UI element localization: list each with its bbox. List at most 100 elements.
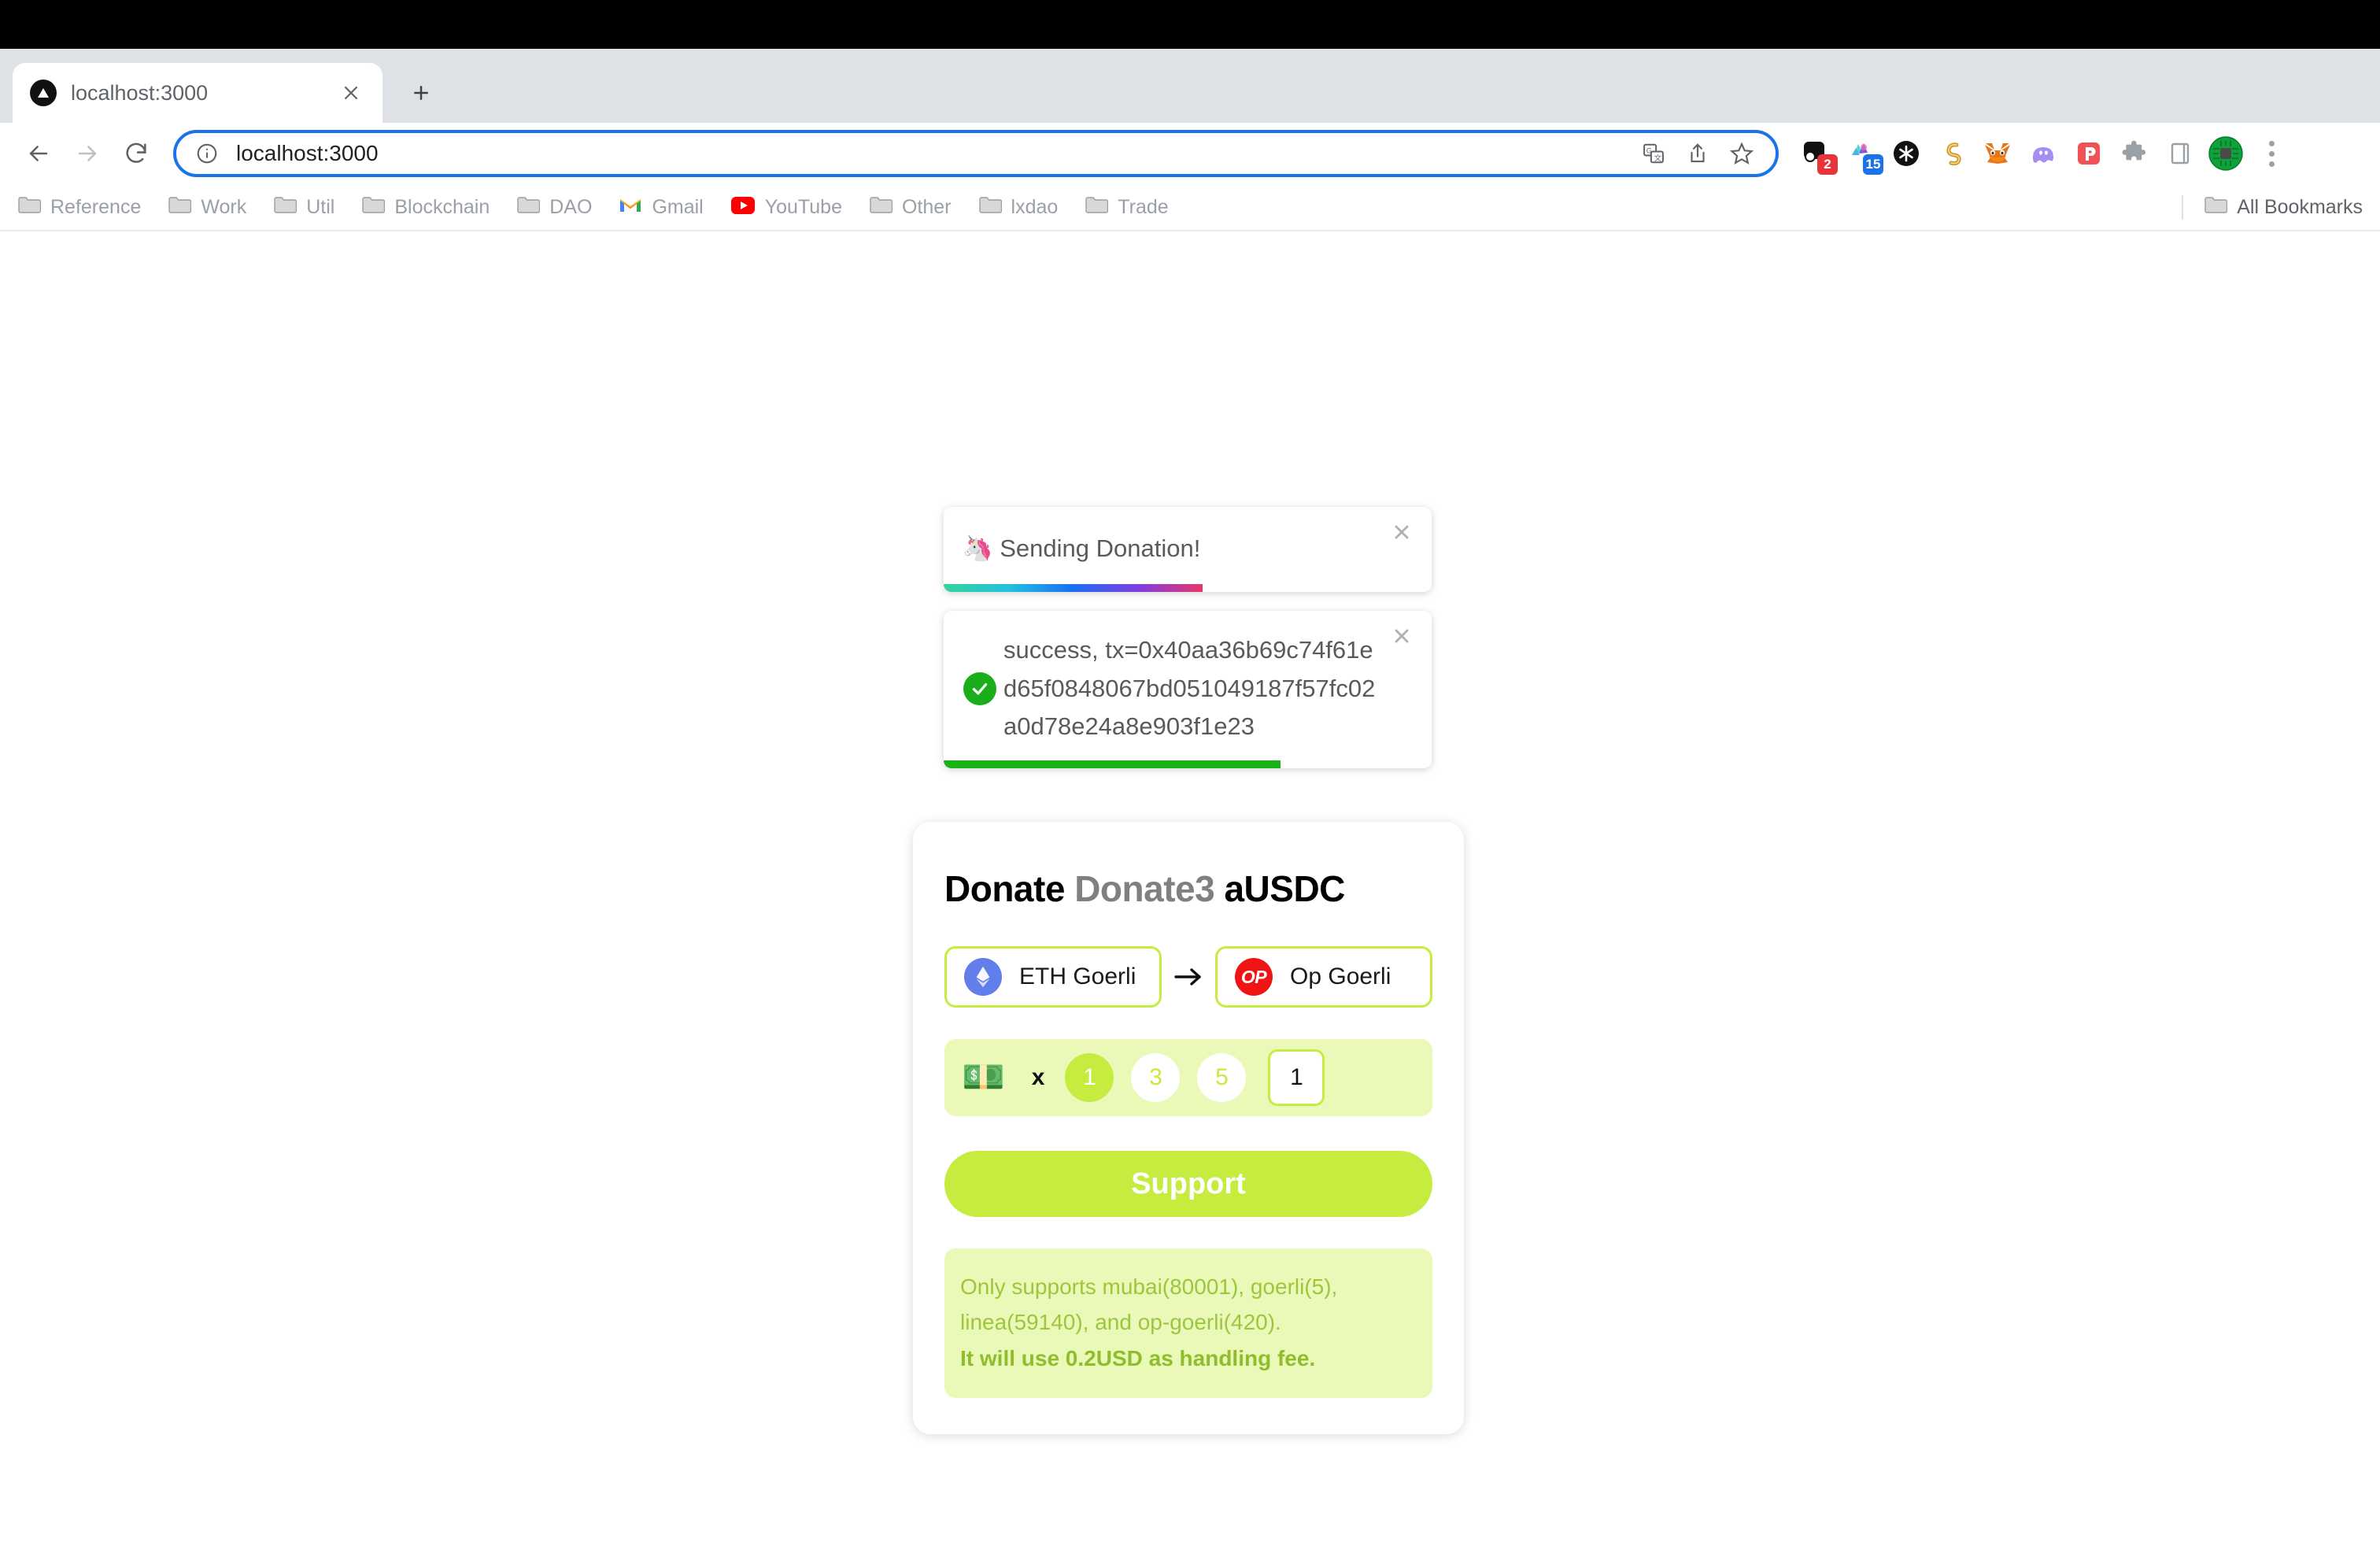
page-content: 🦄 Sending Donation! success, tx=0x40aa36… [0, 231, 2380, 1546]
folder-icon [17, 195, 42, 220]
toast-progress-bar [944, 760, 1281, 768]
share-icon[interactable] [1681, 137, 1714, 170]
raindrop-badge: 15 [1863, 154, 1883, 175]
amount-selector: 💵 x 1 3 5 1 [944, 1039, 1432, 1116]
tab-title: localhost:3000 [71, 80, 209, 105]
bookmark-work[interactable]: Work [168, 195, 246, 220]
bookmark-lxdao[interactable]: lxdao [978, 195, 1059, 220]
folder-icon [361, 195, 386, 220]
svg-text:文: 文 [1654, 153, 1662, 162]
profile-avatar[interactable] [2208, 136, 2243, 171]
side-panel-icon[interactable] [2163, 136, 2197, 171]
page-title: Donate Donate3 aUSDC [944, 867, 1432, 910]
gmail-icon [619, 196, 642, 219]
bookmark-label: Blockchain [394, 195, 490, 218]
bookmark-label: Gmail [652, 195, 704, 218]
raindrop-extension-icon[interactable]: 15 [1843, 136, 1883, 175]
vercel-triangle-icon [30, 80, 57, 106]
unicorn-emoji: 🦄 [963, 534, 993, 562]
phantom-extension-icon[interactable] [2026, 136, 2060, 171]
bookmark-youtube[interactable]: YouTube [730, 196, 842, 219]
bookmark-blockchain[interactable]: Blockchain [361, 195, 490, 220]
info-circle-icon[interactable] [194, 140, 220, 167]
youtube-icon [730, 196, 756, 219]
forward-button[interactable] [63, 129, 112, 178]
chrome-menu-icon[interactable] [2254, 134, 2289, 173]
address-bar[interactable]: localhost:3000 G文 [173, 130, 1779, 177]
bookmarks-bar: Reference Work Util Blockchain DAO Gmail… [0, 184, 2380, 231]
op-logo-text: OP [1240, 966, 1267, 987]
folder-icon [273, 195, 298, 220]
title-project: Donate3 [1074, 868, 1215, 909]
title-token: aUSDC [1224, 868, 1345, 909]
amount-option-1[interactable]: 1 [1065, 1053, 1114, 1102]
metamask-extension-icon[interactable] [1980, 136, 2015, 171]
network-info-box: Only supports mubai(80001), goerli(5), l… [944, 1248, 1432, 1399]
browser-toolbar: localhost:3000 G文 2 15 [0, 123, 2380, 184]
target-chain-chip[interactable]: OP Op Goerli [1215, 946, 1432, 1008]
amount-option-5[interactable]: 5 [1197, 1053, 1247, 1102]
reload-button[interactable] [112, 129, 161, 178]
arrow-right-icon [1162, 964, 1215, 989]
extensions-row: 2 15 [1790, 134, 2289, 175]
folder-icon [1085, 195, 1109, 220]
bookmark-gmail[interactable]: Gmail [619, 195, 704, 219]
source-chain-label: ETH Goerli [1019, 963, 1136, 989]
folder-icon [978, 195, 1002, 220]
bookmark-label: Other [901, 195, 952, 218]
pocket-extension-icon[interactable] [2071, 136, 2106, 171]
toast-progress-bar [944, 584, 1203, 592]
close-icon[interactable] [1388, 518, 1416, 546]
bookmark-label: YouTube [764, 195, 842, 218]
amount-input[interactable]: 1 [1268, 1049, 1325, 1106]
folder-icon [168, 195, 192, 220]
toast-sending[interactable]: 🦄 Sending Donation! [944, 507, 1432, 592]
toast-success[interactable]: success, tx=0x40aa36b69c74f61ed65f084806… [944, 611, 1432, 768]
svg-text:G: G [1646, 146, 1652, 154]
close-icon[interactable] [337, 79, 365, 107]
star-icon[interactable] [1725, 137, 1758, 170]
bookmark-trade[interactable]: Trade [1085, 195, 1169, 220]
all-bookmarks-button[interactable]: All Bookmarks [2182, 194, 2363, 220]
bookmark-label: lxdao [1011, 195, 1059, 218]
bookmark-label: Trade [1118, 195, 1169, 218]
bookmark-other[interactable]: Other [869, 195, 952, 220]
amount-option-3[interactable]: 3 [1131, 1053, 1181, 1102]
bookmark-util[interactable]: Util [273, 195, 334, 220]
browser-tab[interactable]: localhost:3000 [13, 63, 382, 123]
toast-message: 🦄 Sending Donation! [956, 530, 1235, 568]
title-donate: Donate [944, 868, 1065, 909]
support-button[interactable]: Support [944, 1151, 1432, 1217]
all-bookmarks-label: All Bookmarks [2237, 195, 2363, 218]
bookmark-label: Work [201, 195, 247, 218]
back-button[interactable] [14, 129, 63, 178]
optimism-logo-icon: OP [1235, 958, 1273, 996]
folder-icon [2204, 195, 2228, 220]
chain-selector-row: ETH Goerli OP Op Goerli [944, 946, 1432, 1008]
asterisk-extension-icon[interactable] [1889, 136, 1924, 171]
window-title-bar [0, 0, 2380, 49]
success-check-icon [956, 672, 1003, 705]
bookmark-label: Util [306, 195, 335, 218]
info-line-1: Only supports mubai(80001), goerli(5), [960, 1274, 1338, 1299]
toast-stack: 🦄 Sending Donation! success, tx=0x40aa36… [944, 507, 1432, 787]
multiply-symbol: x [1031, 1064, 1045, 1090]
folder-icon [869, 195, 893, 220]
close-icon[interactable] [1388, 622, 1416, 650]
translate-icon[interactable]: G文 [1637, 137, 1670, 170]
source-chain-chip[interactable]: ETH Goerli [944, 946, 1162, 1008]
info-line-2: linea(59140), and op-goerli(420). [960, 1310, 1281, 1335]
money-emoji: 💵 [962, 1058, 1005, 1097]
superhuman-extension-icon[interactable] [1935, 136, 1969, 171]
new-tab-button[interactable] [398, 70, 444, 116]
donate-card: Donate Donate3 aUSDC ETH Goerli OP Op Go… [913, 822, 1464, 1435]
bookmark-reference[interactable]: Reference [17, 195, 141, 220]
tab-strip: localhost:3000 [0, 49, 2380, 123]
bookmark-dao[interactable]: DAO [516, 195, 592, 220]
puzzle-extensions-icon[interactable] [2117, 136, 2152, 171]
notion-extension-icon[interactable]: 2 [1798, 136, 1838, 175]
url-text: localhost:3000 [236, 141, 379, 165]
info-line-fee: It will use 0.2USD as handling fee. [960, 1345, 1316, 1370]
notion-badge: 2 [1817, 154, 1838, 175]
bookmark-label: DAO [549, 195, 593, 218]
